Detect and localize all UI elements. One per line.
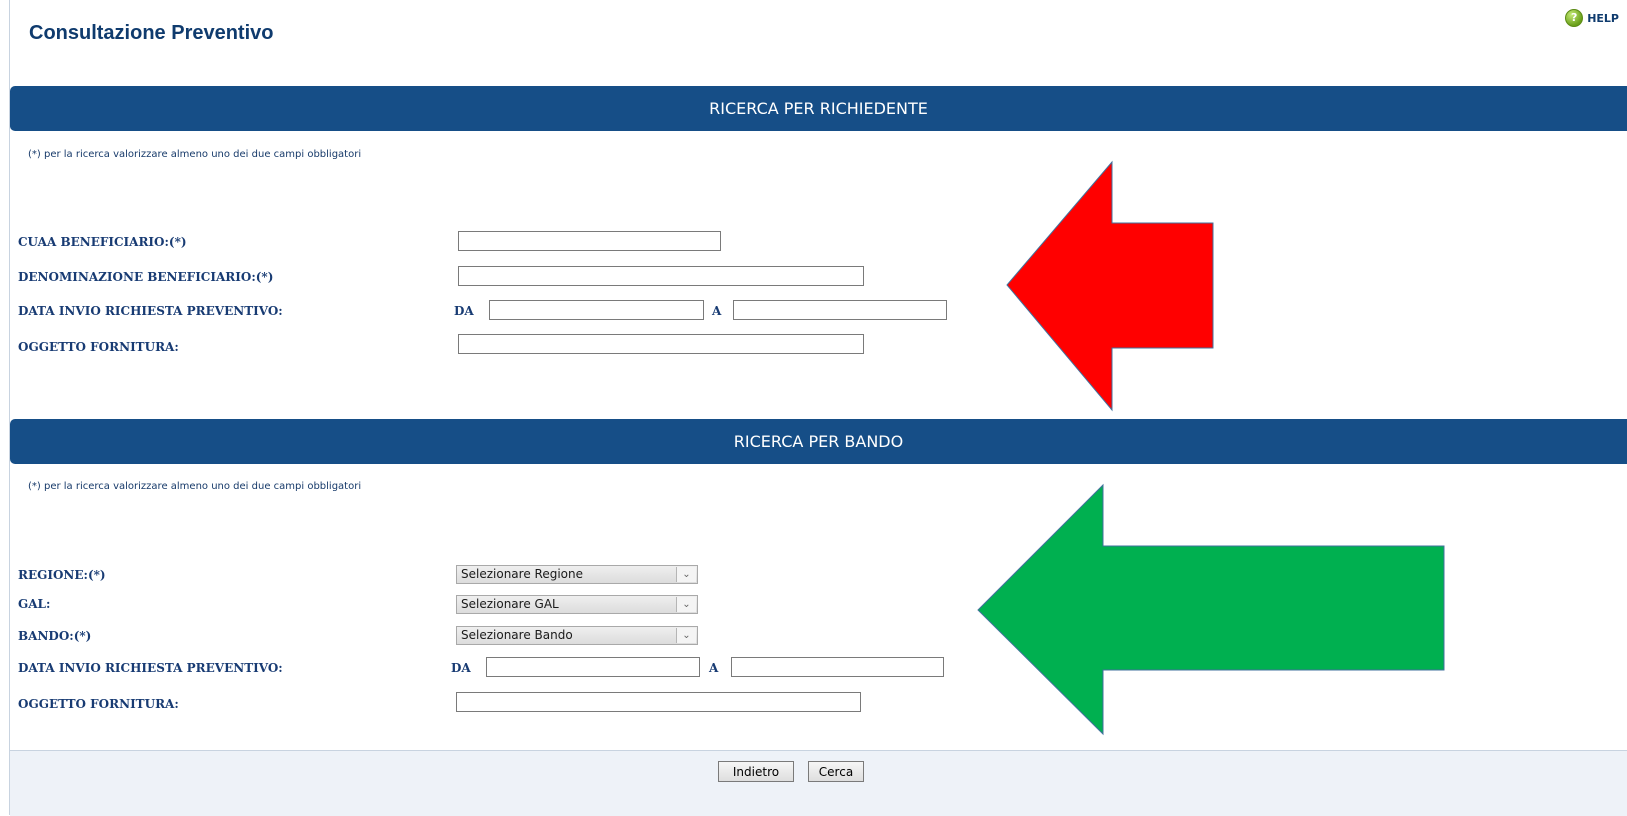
red-arrow-annotation [1006, 160, 1214, 412]
green-arrow-annotation [977, 483, 1445, 736]
annotation-overlay [977, 160, 1445, 736]
